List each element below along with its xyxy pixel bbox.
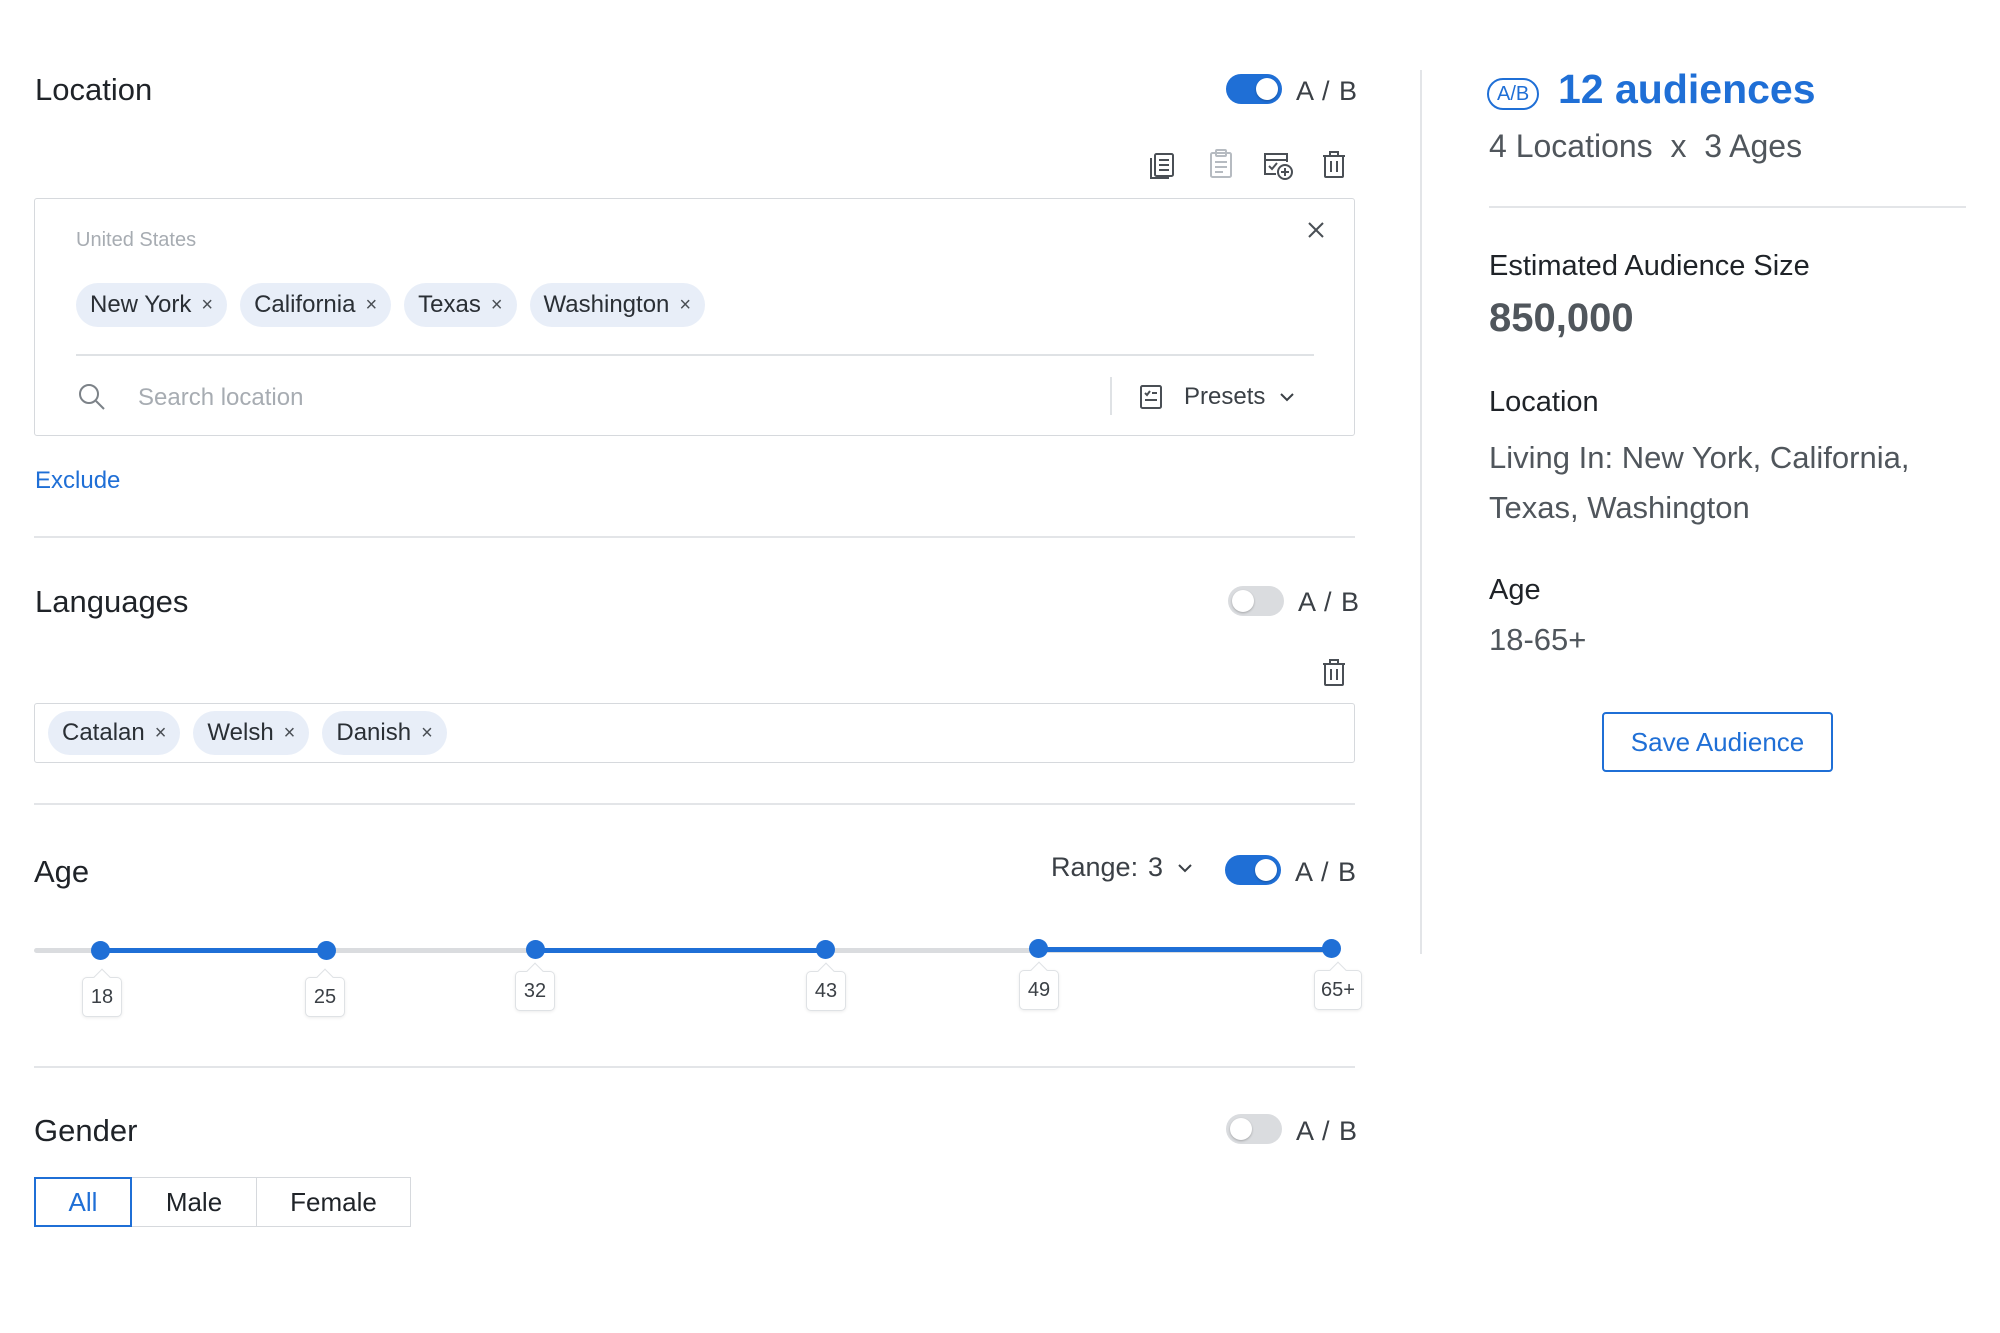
age-slider-handle[interactable] (526, 940, 545, 959)
trash-icon[interactable] (1316, 146, 1352, 182)
panel-divider (1420, 70, 1422, 954)
language-chip: Catalan × (48, 711, 181, 755)
gender-ab-toggle[interactable] (1226, 1114, 1282, 1144)
gender-title: Gender (34, 1113, 138, 1148)
chevron-down-icon (1175, 858, 1195, 878)
age-tick-label: 18 (82, 977, 122, 1017)
age-ab-label: A / B (1295, 857, 1358, 887)
age-tick-label: 49 (1019, 970, 1059, 1010)
remove-chip-icon[interactable]: × (679, 294, 691, 317)
section-divider (34, 536, 1355, 538)
chip-label: Danish (336, 719, 412, 746)
section-divider (34, 803, 1355, 805)
remove-chip-icon[interactable]: × (491, 294, 503, 317)
languages-title: Languages (35, 584, 189, 619)
section-divider (34, 1066, 1355, 1068)
location-chip: Washington × (529, 283, 706, 327)
presets-dropdown[interactable]: Presets (1136, 375, 1297, 419)
summary-age-value: 18-65+ (1489, 622, 1587, 657)
search-location-input[interactable] (136, 377, 1040, 419)
languages-ab-toggle[interactable] (1228, 586, 1284, 616)
age-title: Age (34, 854, 90, 889)
range-value: 3 (1148, 852, 1164, 882)
presets-icon (1136, 382, 1166, 412)
chip-label: Catalan (62, 719, 145, 746)
age-slider-handle[interactable] (1322, 939, 1341, 958)
summary-location-label: Location (1489, 386, 1599, 418)
remove-chip-icon[interactable]: × (201, 294, 213, 317)
audience-count: 12 audiences (1558, 66, 1816, 112)
summary-divider (1489, 206, 1966, 208)
location-ab-toggle[interactable] (1226, 74, 1282, 104)
gender-selector: All Male Female (34, 1177, 411, 1227)
language-chips: Catalan × Welsh × Danish × (48, 711, 460, 755)
audience-formula: 4 Locations x 3 Ages (1489, 128, 1803, 164)
paste-icon[interactable] (1203, 146, 1239, 182)
search-row: Presets (76, 369, 1314, 425)
age-slider-handle[interactable] (816, 940, 835, 959)
location-title: Location (35, 72, 153, 107)
age-range-segment (100, 948, 326, 953)
location-ab-label: A / B (1296, 76, 1359, 106)
summary-location-value: Living In: New York, California, Texas, … (1489, 440, 1910, 525)
age-slider-handle[interactable] (1029, 939, 1048, 958)
search-icon (76, 381, 108, 413)
location-picker: United States New York × California × Texa… (34, 198, 1355, 436)
copy-icon[interactable] (1145, 146, 1181, 182)
location-chip: California × (240, 283, 392, 327)
age-tick-label: 25 (305, 977, 345, 1017)
remove-chip-icon[interactable]: × (365, 294, 377, 317)
divider (76, 354, 1314, 356)
chip-label: Washington (543, 291, 670, 318)
range-label: Range: (1051, 852, 1139, 882)
remove-chip-icon[interactable]: × (284, 722, 296, 745)
languages-ab-label: A / B (1298, 587, 1361, 617)
add-from-calendar-icon[interactable] (1259, 146, 1295, 182)
chip-label: Texas (418, 291, 481, 318)
languages-field[interactable]: Catalan × Welsh × Danish × (34, 703, 1355, 763)
chip-label: New York (90, 291, 192, 318)
ab-badge: A/B (1487, 78, 1540, 110)
range-select[interactable]: 3 (1148, 852, 1195, 883)
chip-label: California (254, 291, 356, 318)
age-range-segment (535, 948, 825, 953)
estimated-size-label: Estimated Audience Size (1489, 250, 1810, 282)
age-slider-handle[interactable] (317, 941, 336, 960)
remove-chip-icon[interactable]: × (155, 722, 167, 745)
gender-option-male[interactable]: Male (130, 1177, 258, 1227)
location-chip: Texas × (404, 283, 517, 327)
age-tick-label: 65+ (1314, 970, 1362, 1010)
gender-option-all[interactable]: All (34, 1177, 132, 1227)
remove-chip-icon[interactable]: × (421, 722, 433, 745)
summary-age-label: Age (1489, 574, 1541, 606)
gender-option-female[interactable]: Female (256, 1177, 411, 1227)
location-chip: New York × (76, 283, 228, 327)
chip-label: Welsh (207, 719, 274, 746)
trash-icon[interactable] (1316, 654, 1352, 690)
save-audience-button[interactable]: Save Audience (1602, 712, 1833, 772)
language-chip: Welsh × (193, 711, 310, 755)
chevron-down-icon (1277, 387, 1297, 407)
gender-ab-label: A / B (1296, 1116, 1359, 1146)
clear-icon[interactable] (1301, 215, 1331, 245)
location-chips: New York × California × Texas × Washington × (76, 283, 718, 327)
exclude-link[interactable]: Exclude (35, 467, 120, 495)
age-tick-label: 43 (806, 971, 846, 1011)
presets-label: Presets (1184, 383, 1266, 410)
age-tick-label: 32 (515, 971, 555, 1011)
language-chip: Danish × (322, 711, 447, 755)
country-hint: United States (76, 229, 197, 251)
estimated-size-value: 850,000 (1489, 296, 1634, 340)
divider (1110, 377, 1112, 415)
age-range-segment (1038, 947, 1331, 952)
age-slider-handle[interactable] (91, 941, 110, 960)
age-ab-toggle[interactable] (1225, 855, 1281, 885)
